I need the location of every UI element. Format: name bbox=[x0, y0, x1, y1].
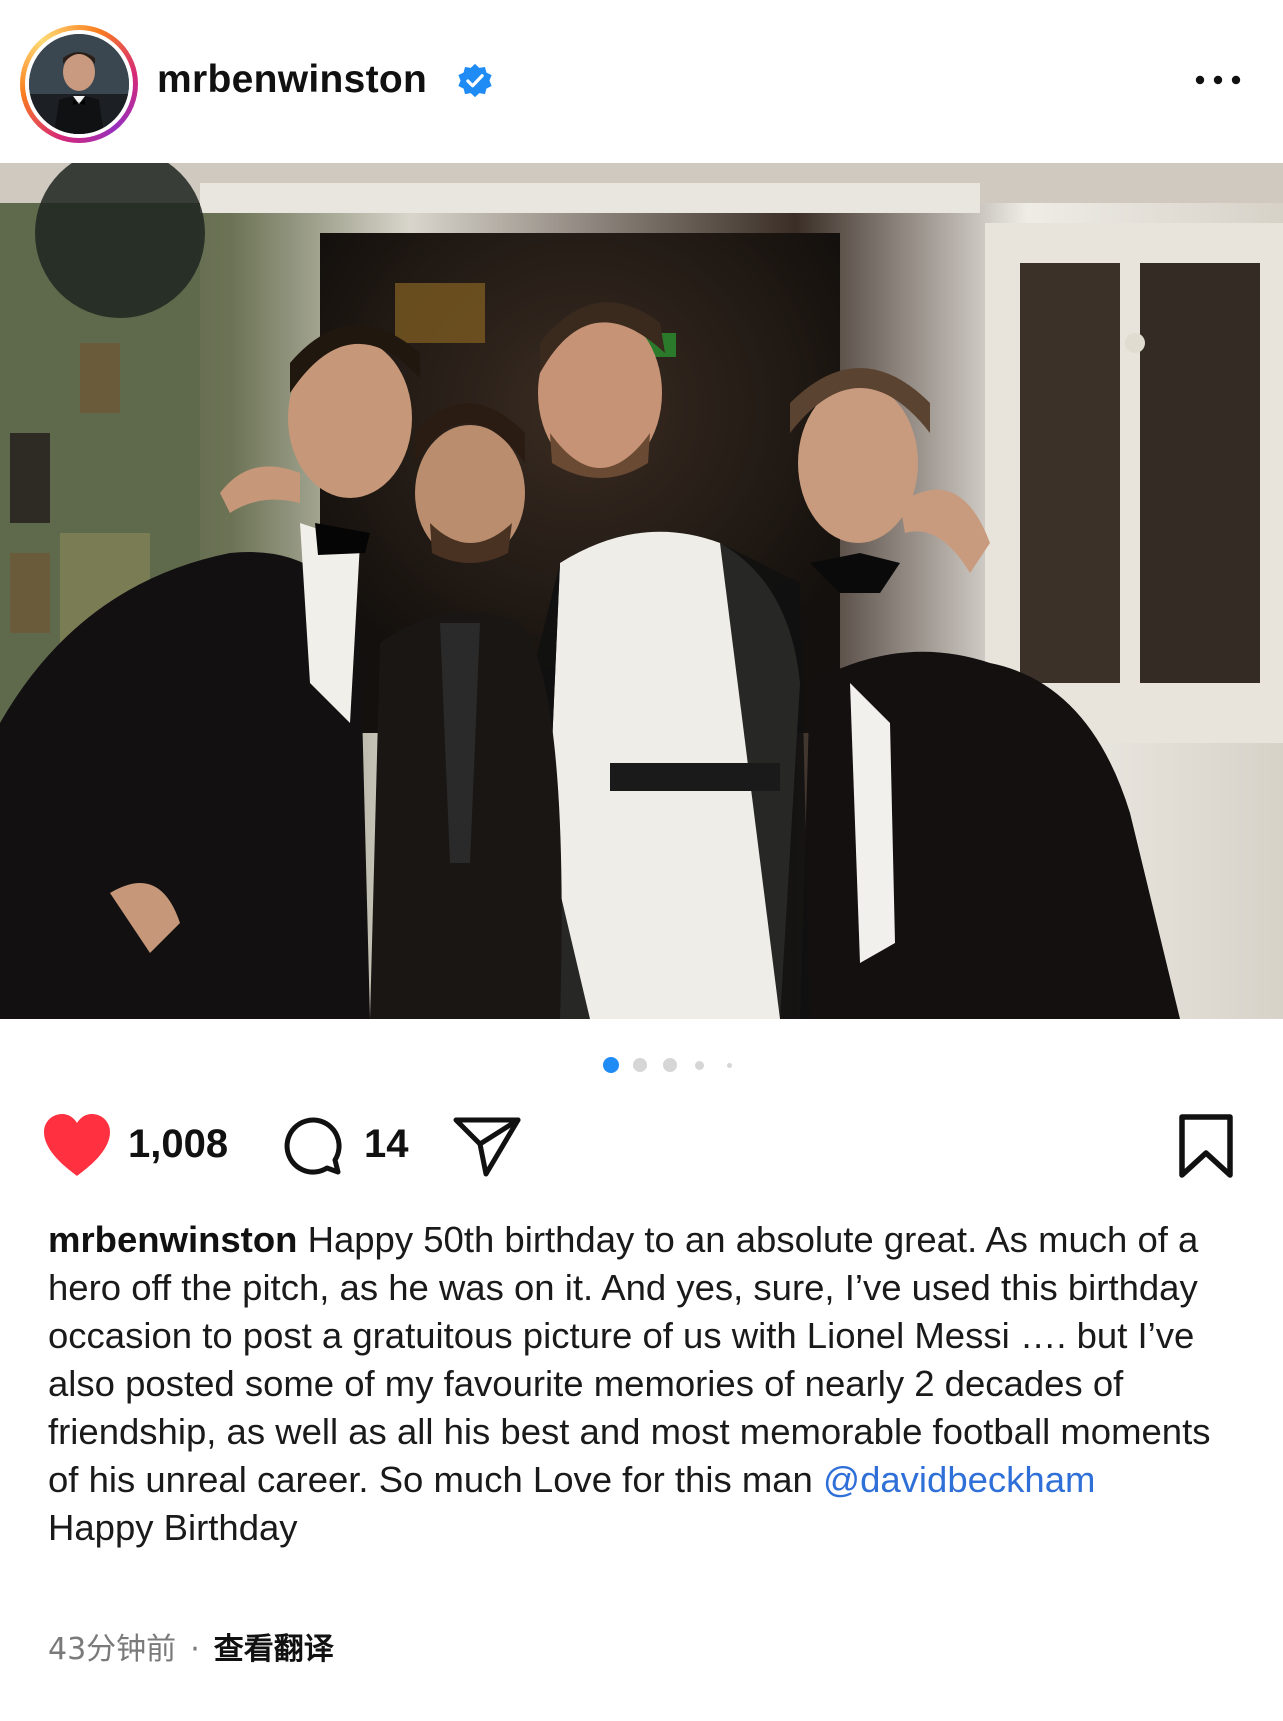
carousel-indicator bbox=[0, 1055, 1283, 1075]
comment-count[interactable]: 14 bbox=[364, 1122, 409, 1167]
carousel-dot-active bbox=[603, 1057, 619, 1073]
heart-icon[interactable] bbox=[40, 1112, 114, 1178]
carousel-dot bbox=[727, 1063, 732, 1068]
verified-badge-icon bbox=[458, 63, 492, 98]
post-caption: mrbenwinston Happy 50th birthday to an a… bbox=[48, 1216, 1248, 1552]
post-timestamp: 43分钟前 bbox=[48, 1632, 177, 1667]
share-icon[interactable] bbox=[452, 1114, 522, 1178]
avatar-story-ring[interactable] bbox=[20, 25, 138, 143]
caption-username[interactable]: mrbenwinston bbox=[48, 1219, 297, 1260]
post-meta: 43分钟前 · 查看翻译 bbox=[48, 1624, 334, 1668]
see-translation-link[interactable]: 查看翻译 bbox=[214, 1632, 334, 1667]
caption-text: Happy 50th birthday to an absolute great… bbox=[48, 1219, 1211, 1500]
bookmark-icon[interactable] bbox=[1176, 1113, 1236, 1179]
post-photo[interactable] bbox=[0, 163, 1283, 1019]
carousel-dot bbox=[633, 1058, 647, 1072]
header-username[interactable]: mrbenwinston bbox=[157, 58, 427, 102]
post-header: mrbenwinston bbox=[0, 0, 1283, 162]
comment-icon[interactable] bbox=[280, 1114, 344, 1178]
meta-separator: · bbox=[190, 1632, 200, 1667]
caption-mention[interactable]: @davidbeckham bbox=[823, 1459, 1095, 1500]
avatar bbox=[29, 34, 129, 134]
avatar-image bbox=[29, 34, 129, 134]
more-options-icon[interactable] bbox=[1190, 60, 1246, 100]
like-count[interactable]: 1,008 bbox=[128, 1122, 228, 1167]
carousel-dot bbox=[663, 1058, 677, 1072]
caption-tail: Happy Birthday bbox=[48, 1507, 298, 1548]
carousel-dot bbox=[695, 1061, 704, 1070]
post-image bbox=[0, 163, 1283, 1019]
